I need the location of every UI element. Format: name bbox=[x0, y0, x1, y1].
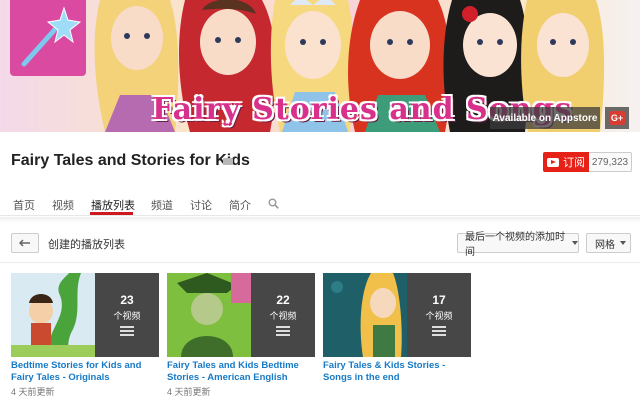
back-button[interactable] bbox=[11, 233, 39, 253]
sort-dropdown-label: 最后一个视频的添加时间 bbox=[465, 232, 565, 258]
playlist-icon bbox=[432, 326, 446, 336]
playlist-card[interactable]: 23 个视频 Bedtime Stories for Kids and Fair… bbox=[11, 273, 159, 398]
playlist-thumbnail-art bbox=[167, 273, 251, 357]
video-count: 23 bbox=[120, 293, 134, 307]
chevron-down-icon bbox=[572, 241, 578, 245]
view-dropdown[interactable]: 网格 bbox=[586, 233, 631, 253]
playlist-thumbnail[interactable]: 23 个视频 bbox=[11, 273, 159, 357]
search-icon[interactable] bbox=[268, 198, 279, 209]
channel-badge-icon bbox=[223, 158, 233, 165]
playlist-title[interactable]: Bedtime Stories for Kids and Fairy Tales… bbox=[11, 360, 159, 384]
magic-wand-icon bbox=[21, 6, 82, 67]
toolbar-divider bbox=[0, 262, 640, 263]
video-count-label: 个视频 bbox=[113, 311, 141, 321]
tab-home[interactable]: 首页 bbox=[13, 197, 35, 213]
playlist-icon bbox=[120, 326, 134, 336]
tab-discussion[interactable]: 讨论 bbox=[190, 197, 212, 213]
video-count-label: 个视频 bbox=[425, 311, 453, 321]
playlist-title[interactable]: Fairy Tales and Kids Bedtime Stories - A… bbox=[167, 360, 315, 384]
playlist-card[interactable]: 17 个视频 Fairy Tales & Kids Stories - Song… bbox=[323, 273, 471, 385]
view-dropdown-label: 网格 bbox=[595, 239, 615, 251]
active-tab-indicator bbox=[90, 212, 133, 215]
subscribe-widget: 订阅 279,323 bbox=[543, 152, 632, 172]
playlist-count-overlay: 22 个视频 bbox=[251, 273, 315, 357]
playlist-icon bbox=[276, 326, 290, 336]
channel-tabs: 首页 视频 播放列表 频道 讨论 简介 bbox=[0, 190, 640, 216]
appstore-link[interactable]: Available on Appstore bbox=[490, 107, 600, 129]
playlist-thumbnail[interactable]: 22 个视频 bbox=[167, 273, 315, 357]
playlist-card[interactable]: 22 个视频 Fairy Tales and Kids Bedtime Stor… bbox=[167, 273, 315, 398]
chevron-down-icon bbox=[620, 241, 626, 245]
subscribe-button[interactable]: 订阅 bbox=[543, 152, 589, 172]
tab-videos[interactable]: 视频 bbox=[52, 197, 74, 213]
tabs-divider bbox=[0, 217, 640, 223]
channel-title[interactable]: Fairy Tales and Stories for Kids bbox=[11, 152, 250, 170]
playlist-thumbnail-art bbox=[323, 273, 407, 357]
tab-about[interactable]: 简介 bbox=[229, 197, 251, 213]
playlist-updated: 4 天前更新 bbox=[11, 387, 55, 397]
playlist-title[interactable]: Fairy Tales & Kids Stories - Songs in th… bbox=[323, 360, 471, 384]
sort-dropdown[interactable]: 最后一个视频的添加时间 bbox=[457, 232, 579, 258]
playlist-count-overlay: 23 个视频 bbox=[95, 273, 159, 357]
tab-playlists[interactable]: 播放列表 bbox=[91, 197, 135, 213]
playlist-thumbnail-art bbox=[11, 273, 95, 357]
playlist-count-overlay: 17 个视频 bbox=[407, 273, 471, 357]
channel-banner: Fairy Stories and Songs Available on App… bbox=[0, 0, 640, 132]
youtube-play-icon bbox=[547, 157, 559, 167]
video-count: 17 bbox=[432, 293, 446, 307]
playlist-updated: 4 天前更新 bbox=[167, 387, 211, 397]
video-count-label: 个视频 bbox=[269, 311, 297, 321]
channel-logo bbox=[10, 0, 86, 76]
google-plus-link[interactable]: G+ bbox=[605, 107, 629, 129]
tab-channels[interactable]: 频道 bbox=[151, 197, 173, 213]
playlist-thumbnail[interactable]: 17 个视频 bbox=[323, 273, 471, 357]
google-plus-icon: G+ bbox=[609, 111, 625, 125]
video-count: 22 bbox=[276, 293, 290, 307]
subscribe-label: 订阅 bbox=[563, 157, 585, 169]
subscriber-count: 279,323 bbox=[589, 152, 632, 172]
back-arrow-icon bbox=[19, 238, 30, 247]
section-title: 创建的播放列表 bbox=[48, 239, 125, 251]
